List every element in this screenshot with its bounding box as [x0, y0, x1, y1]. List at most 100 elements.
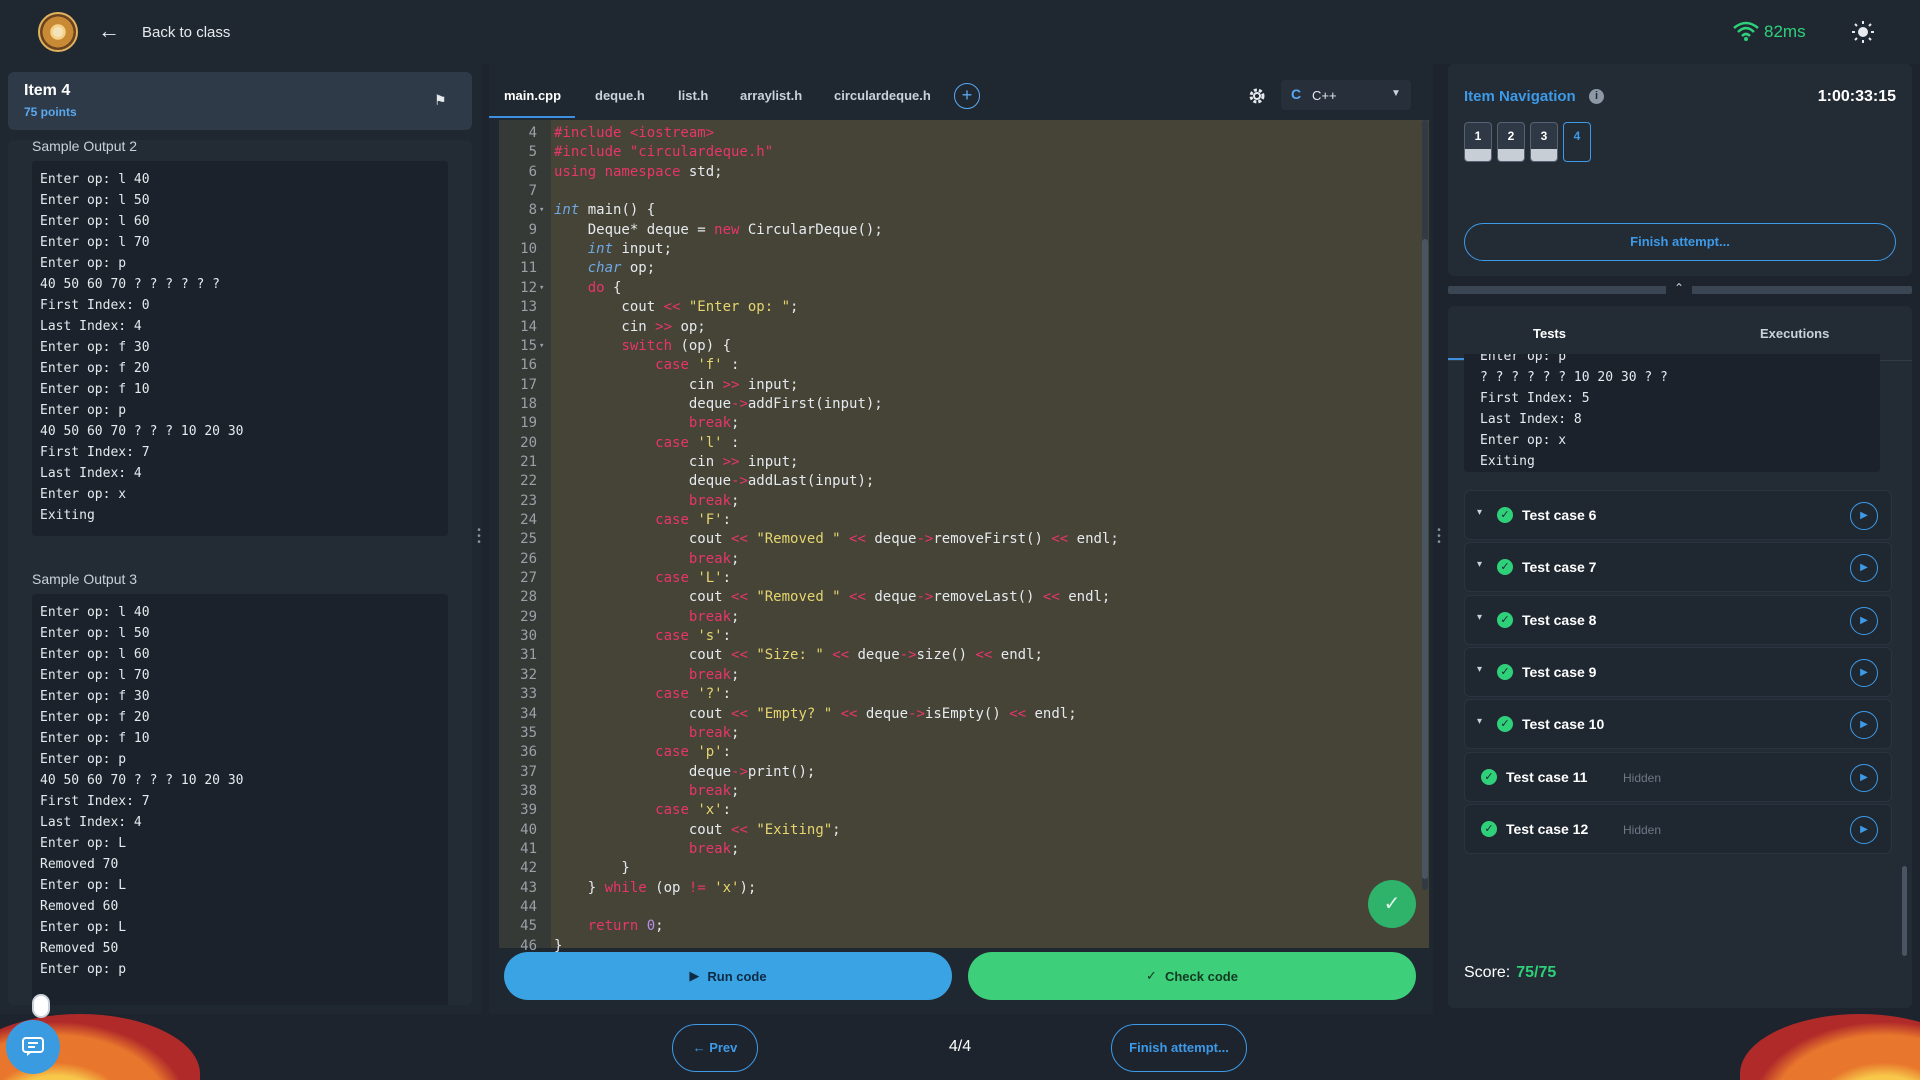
test-case-card[interactable]: ▾ ✓ Test case 7 ▶: [1464, 542, 1892, 593]
finish-attempt-button[interactable]: Finish attempt...: [1111, 1024, 1247, 1072]
code-line[interactable]: 16 case 'f' :: [499, 356, 1419, 375]
arrow-left-icon[interactable]: ←: [98, 20, 120, 42]
code-line[interactable]: 9 Deque* deque = new CircularDeque();: [499, 221, 1419, 240]
test-case-card[interactable]: ✓ Test case 11 Hidden ▶: [1464, 751, 1892, 802]
code-line[interactable]: 32 break;: [499, 666, 1419, 685]
code-line[interactable]: 17 cin >> input;: [499, 376, 1419, 395]
flag-icon[interactable]: ⚑: [434, 92, 447, 109]
run-test-button[interactable]: ▶: [1850, 815, 1878, 844]
code-line[interactable]: 5 #include "circulardeque.h": [499, 143, 1419, 162]
tab-deque-h[interactable]: deque.h: [595, 88, 645, 103]
output-line: Enter op: f 10: [40, 731, 150, 746]
code-line[interactable]: 31 cout << "Size: " << deque->size() << …: [499, 646, 1419, 665]
code-line[interactable]: 22 deque->addLast(input);: [499, 472, 1419, 491]
run-test-button[interactable]: ▶: [1850, 711, 1878, 740]
code-line[interactable]: 14 cin >> op;: [499, 318, 1419, 337]
tab-executions[interactable]: Executions: [1760, 326, 1829, 341]
language-select[interactable]: C C++ ▼: [1281, 80, 1411, 110]
code-line[interactable]: 26 break;: [499, 550, 1419, 569]
line-number: 21: [520, 453, 537, 470]
panel-resize-handle[interactable]: • • •: [476, 526, 482, 552]
code-line[interactable]: 37 deque->print();: [499, 763, 1419, 782]
test-case-card[interactable]: ✓ Test case 12 Hidden ▶: [1464, 803, 1892, 854]
panel-resize-handle[interactable]: • • •: [1436, 526, 1442, 552]
code-line[interactable]: 42 }: [499, 859, 1419, 878]
fold-icon[interactable]: ▾: [539, 201, 544, 220]
code-line[interactable]: 33 case '?':: [499, 685, 1419, 704]
tab-arraylist-h[interactable]: arraylist.h: [740, 88, 802, 103]
sun-icon[interactable]: [1851, 20, 1875, 44]
code-line[interactable]: 21 cin >> input;: [499, 453, 1419, 472]
test-case-card[interactable]: ▾ ✓ Test case 10 ▶: [1464, 699, 1892, 750]
code-line[interactable]: 20 case 'l' :: [499, 434, 1419, 453]
fold-icon[interactable]: ▾: [539, 337, 544, 356]
code-line[interactable]: 39 case 'x':: [499, 801, 1419, 820]
code-line[interactable]: 15 ▾ switch (op) {: [499, 337, 1419, 356]
gear-icon[interactable]: [1247, 86, 1267, 106]
code-line[interactable]: 44: [499, 898, 1419, 917]
code-line[interactable]: 24 case 'F':: [499, 511, 1419, 530]
run-test-button[interactable]: ▶: [1850, 763, 1878, 792]
nav-item-1[interactable]: 1: [1464, 122, 1492, 162]
check-code-button[interactable]: ✓ Check code: [968, 952, 1416, 1000]
code-line[interactable]: 43 } while (op != 'x');: [499, 879, 1419, 898]
code-line[interactable]: 25 cout << "Removed " << deque->removeFi…: [499, 530, 1419, 549]
code-line[interactable]: 40 cout << "Exiting";: [499, 821, 1419, 840]
run-code-button[interactable]: ▶ Run code: [504, 952, 952, 1000]
editor-scrollbar[interactable]: [1422, 239, 1428, 879]
logo[interactable]: [38, 12, 78, 52]
code-line[interactable]: 36 case 'p':: [499, 743, 1419, 762]
code-line[interactable]: 38 break;: [499, 782, 1419, 801]
code-line[interactable]: 28 cout << "Removed " << deque->removeLa…: [499, 588, 1419, 607]
run-test-button[interactable]: ▶: [1850, 502, 1878, 530]
code-line[interactable]: 13 cout << "Enter op: ";: [499, 298, 1419, 317]
code-line[interactable]: 12 ▾ do {: [499, 279, 1419, 298]
nav-item-3[interactable]: 3: [1530, 122, 1558, 162]
finish-attempt-button[interactable]: Finish attempt...: [1464, 223, 1896, 261]
problem-content[interactable]: Sample Output 2 Enter op: l 40 Enter op: …: [8, 140, 472, 1005]
chevron-up-icon[interactable]: ⌃: [1666, 279, 1692, 297]
run-test-button[interactable]: ▶: [1850, 606, 1878, 635]
tab-circulardeque-h[interactable]: circulardeque.h: [834, 88, 931, 103]
tab-tests[interactable]: Tests: [1533, 326, 1566, 341]
code-line[interactable]: 4 #include <iostream>: [499, 124, 1419, 143]
chevron-down-icon[interactable]: ▾: [1477, 716, 1482, 727]
code-line[interactable]: 10 int input;: [499, 240, 1419, 259]
code-line[interactable]: 29 break;: [499, 608, 1419, 627]
info-icon[interactable]: i: [1589, 89, 1604, 104]
code-line[interactable]: 23 break;: [499, 492, 1419, 511]
add-file-button[interactable]: +: [954, 83, 980, 109]
chevron-down-icon[interactable]: ▾: [1477, 507, 1482, 518]
test-case-card[interactable]: ▾ ✓ Test case 9 ▶: [1464, 646, 1892, 697]
chevron-down-icon[interactable]: ▾: [1477, 664, 1482, 675]
chat-button[interactable]: [6, 1020, 60, 1074]
code-line[interactable]: 11 char op;: [499, 259, 1419, 278]
code-line[interactable]: 45 return 0;: [499, 917, 1419, 936]
code-line[interactable]: 6 using namespace std;: [499, 163, 1419, 182]
code-line[interactable]: 19 break;: [499, 414, 1419, 433]
code-line[interactable]: 18 deque->addFirst(input);: [499, 395, 1419, 414]
code-line[interactable]: 35 break;: [499, 724, 1419, 743]
test-case-card[interactable]: ▾ ✓ Test case 6 ▶: [1464, 490, 1892, 540]
check-status-icon[interactable]: ✓: [1368, 880, 1416, 928]
scrollbar[interactable]: [1902, 866, 1907, 956]
fold-icon[interactable]: ▾: [539, 279, 544, 298]
code-line[interactable]: 7: [499, 182, 1419, 201]
nav-item-4[interactable]: 4: [1563, 122, 1591, 162]
back-to-class-link[interactable]: Back to class: [142, 24, 230, 41]
chevron-down-icon[interactable]: ▾: [1477, 612, 1482, 623]
code-line[interactable]: 41 break;: [499, 840, 1419, 859]
test-case-card[interactable]: ▾ ✓ Test case 8 ▶: [1464, 594, 1892, 645]
code-area[interactable]: 4 #include <iostream> 5 #include "circulard…: [499, 120, 1429, 954]
code-line[interactable]: 8 ▾ int main() {: [499, 201, 1419, 220]
code-line[interactable]: 34 cout << "Empty? " << deque->isEmpty()…: [499, 705, 1419, 724]
nav-item-2[interactable]: 2: [1497, 122, 1525, 162]
prev-button[interactable]: ← Prev: [672, 1024, 758, 1072]
chevron-down-icon[interactable]: ▾: [1477, 559, 1482, 570]
tab-list-h[interactable]: list.h: [678, 88, 708, 103]
tab-main-cpp[interactable]: main.cpp: [504, 88, 561, 103]
run-test-button[interactable]: ▶: [1850, 554, 1878, 583]
run-test-button[interactable]: ▶: [1850, 658, 1878, 687]
code-line[interactable]: 30 case 's':: [499, 627, 1419, 646]
code-line[interactable]: 27 case 'L':: [499, 569, 1419, 588]
